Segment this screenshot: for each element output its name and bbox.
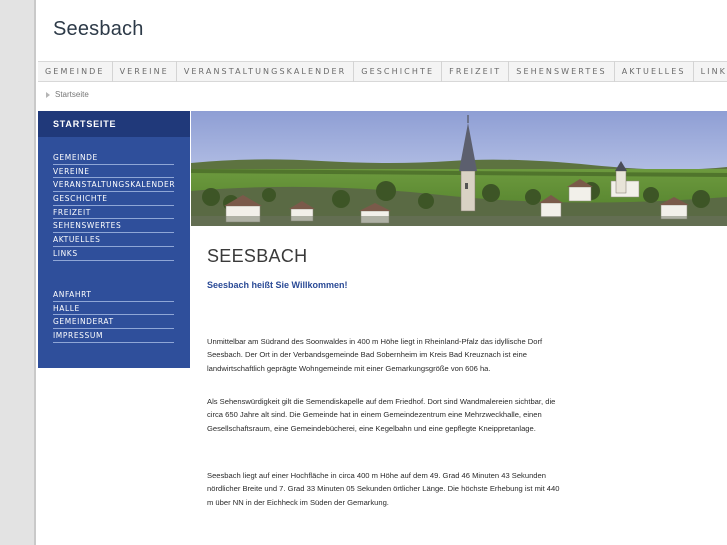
topnav-freizeit[interactable]: FREIZEIT bbox=[442, 61, 510, 82]
page-heading: SEESBACH bbox=[207, 246, 308, 266]
sidebar-item-anfahrt[interactable]: ANFAHRT bbox=[53, 288, 174, 302]
sidebar-item-sehenswertes[interactable]: SEHENSWERTES bbox=[53, 219, 174, 234]
sidebar-item-geschichte[interactable]: GESCHICHTE bbox=[53, 192, 174, 206]
intro-paragraph: Unmittelbar am Südrand des Soonwaldes in… bbox=[207, 337, 543, 373]
sidebar-item-gemeinderat[interactable]: GEMEINDERAT bbox=[53, 315, 174, 330]
sidebar-item-links[interactable]: LINKS bbox=[53, 247, 174, 261]
sidebar-item-impressum[interactable]: IMPRESSUM bbox=[53, 329, 174, 343]
sidebar-item-vereine[interactable]: VEREINE bbox=[53, 165, 174, 179]
sidebar-secondary-menu: ANFAHRT HALLE GEMEINDERAT IMPRESSUM bbox=[53, 288, 174, 343]
top-navigation: GEMEINDE VEREINE VERANSTALTUNGSKALENDER … bbox=[38, 61, 727, 82]
topnav-gemeinde[interactable]: GEMEINDE bbox=[38, 61, 113, 82]
sidebar-item-veranstaltungskalender[interactable]: VERANSTALTUNGSKALENDER bbox=[53, 178, 175, 193]
topnav-links[interactable]: LINKS bbox=[694, 61, 727, 82]
location-paragraph: Seesbach liegt auf einer Hochfläche in c… bbox=[207, 471, 560, 507]
breadcrumb-arrow-icon bbox=[46, 91, 50, 98]
sidebar: STARTSEITE GEMEINDE VEREINE VERANSTALTUN… bbox=[38, 111, 190, 368]
breadcrumb-current[interactable]: Startseite bbox=[55, 90, 89, 99]
sights-paragraph: Als Sehenswürdigkeit gilt die Semendiska… bbox=[207, 397, 556, 433]
sidebar-heading[interactable]: STARTSEITE bbox=[38, 111, 190, 137]
topnav-vereine[interactable]: VEREINE bbox=[113, 61, 177, 82]
welcome-text: Seesbach heißt Sie Willkommen! bbox=[207, 280, 348, 290]
topnav-geschichte[interactable]: GESCHICHTE bbox=[354, 61, 443, 82]
topnav-sehenswertes[interactable]: SEHENSWERTES bbox=[509, 61, 615, 82]
site-title[interactable]: Seesbach bbox=[53, 18, 144, 41]
sidebar-menu: GEMEINDE VEREINE VERANSTALTUNGSKALENDER … bbox=[53, 151, 175, 261]
topnav-aktuelles[interactable]: AKTUELLES bbox=[615, 61, 694, 82]
sidebar-item-gemeinde[interactable]: GEMEINDE bbox=[53, 151, 174, 165]
sidebar-item-freizeit[interactable]: FREIZEIT bbox=[53, 206, 174, 220]
left-gutter bbox=[0, 0, 36, 545]
sidebar-item-halle[interactable]: HALLE bbox=[53, 302, 174, 316]
sidebar-item-aktuelles[interactable]: AKTUELLES bbox=[53, 233, 174, 247]
topnav-veranstaltungskalender[interactable]: VERANSTALTUNGSKALENDER bbox=[177, 61, 355, 82]
village-banner-image bbox=[191, 111, 727, 226]
breadcrumb: Startseite bbox=[46, 90, 89, 99]
